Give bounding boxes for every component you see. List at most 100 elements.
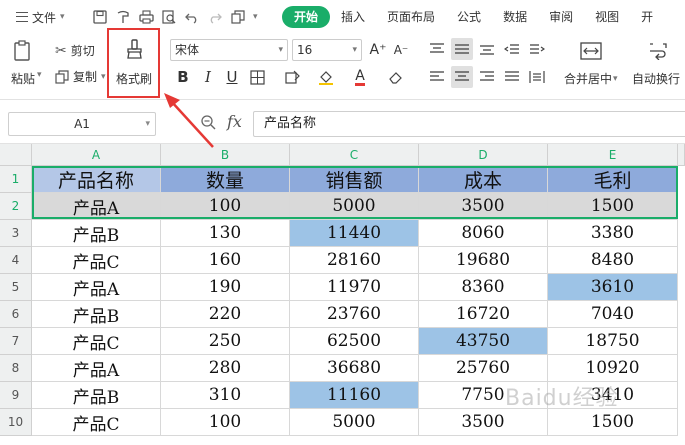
chevron-down-icon[interactable]: ▾ bbox=[253, 12, 258, 22]
header-cell[interactable]: 毛利 bbox=[548, 166, 678, 193]
header-cell[interactable]: 成本 bbox=[419, 166, 548, 193]
row-header-1[interactable]: 1 bbox=[0, 166, 32, 193]
borders-button[interactable] bbox=[247, 67, 267, 87]
table-cell[interactable]: 3410 bbox=[548, 382, 678, 409]
table-cell[interactable]: 3380 bbox=[548, 220, 678, 247]
distributed-button[interactable] bbox=[526, 66, 548, 88]
font-name-select[interactable]: 宋体 ▾ bbox=[170, 39, 288, 61]
row-header-8[interactable]: 8 bbox=[0, 355, 32, 382]
row-header-3[interactable]: 3 bbox=[0, 220, 32, 247]
table-cell[interactable]: 产品C bbox=[32, 247, 161, 274]
column-header-b[interactable]: B bbox=[161, 144, 290, 166]
table-cell[interactable]: 310 bbox=[161, 382, 290, 409]
tab-view[interactable]: 视图 bbox=[584, 6, 630, 28]
table-cell[interactable]: 160 bbox=[161, 247, 290, 274]
clear-button[interactable] bbox=[386, 67, 406, 87]
align-left-button[interactable] bbox=[426, 66, 448, 88]
paste-button[interactable] bbox=[12, 40, 34, 65]
table-cell[interactable]: 产品A bbox=[32, 355, 161, 382]
table-cell[interactable]: 36680 bbox=[290, 355, 419, 382]
header-cell[interactable]: 数量 bbox=[161, 166, 290, 193]
table-cell[interactable]: 8360 bbox=[419, 274, 548, 301]
column-header-d[interactable]: D bbox=[419, 144, 548, 166]
merge-center-label-group[interactable]: 合并居中 ▾ bbox=[564, 70, 618, 87]
table-cell[interactable]: 8480 bbox=[548, 247, 678, 274]
row-header-4[interactable]: 4 bbox=[0, 247, 32, 274]
print-icon[interactable] bbox=[138, 9, 154, 25]
align-top-button[interactable] bbox=[426, 38, 448, 60]
redo-icon[interactable] bbox=[207, 9, 223, 25]
name-box[interactable]: A1 ▾ bbox=[8, 112, 156, 136]
tab-home[interactable]: 开始 bbox=[282, 6, 331, 28]
zoom-search-icon[interactable] bbox=[200, 114, 216, 134]
table-cell[interactable]: 产品A bbox=[32, 193, 161, 220]
row-header-6[interactable]: 6 bbox=[0, 301, 32, 328]
table-cell[interactable]: 5000 bbox=[290, 193, 419, 220]
row-header-7[interactable]: 7 bbox=[0, 328, 32, 355]
save-icon[interactable] bbox=[92, 9, 108, 25]
chevron-down-icon[interactable]: ▾ bbox=[37, 70, 42, 80]
table-cell[interactable]: 100 bbox=[161, 193, 290, 220]
table-cell[interactable]: 28160 bbox=[290, 247, 419, 274]
copy-button[interactable]: 复制 ▾ bbox=[55, 68, 106, 85]
fill-color-button[interactable] bbox=[316, 67, 336, 87]
undo-icon[interactable] bbox=[184, 9, 200, 25]
select-all-corner[interactable] bbox=[0, 144, 32, 166]
wrap-text-button[interactable] bbox=[648, 42, 668, 63]
table-cell[interactable]: 产品C bbox=[32, 328, 161, 355]
tab-review[interactable]: 审阅 bbox=[538, 6, 584, 28]
align-right-button[interactable] bbox=[476, 66, 498, 88]
decrease-indent-button[interactable] bbox=[501, 38, 523, 60]
table-cell[interactable]: 100 bbox=[161, 409, 290, 436]
row-header-9[interactable]: 9 bbox=[0, 382, 32, 409]
font-color-button[interactable]: A bbox=[350, 67, 370, 87]
table-cell[interactable]: 11970 bbox=[290, 274, 419, 301]
table-cell[interactable]: 1500 bbox=[548, 409, 678, 436]
copy-window-icon[interactable] bbox=[230, 9, 246, 25]
align-middle-button[interactable] bbox=[451, 38, 473, 60]
table-cell[interactable]: 250 bbox=[161, 328, 290, 355]
font-size-select[interactable]: 16 ▾ bbox=[292, 39, 362, 61]
table-cell[interactable]: 43750 bbox=[419, 328, 548, 355]
italic-button[interactable]: I bbox=[198, 67, 218, 87]
table-cell[interactable]: 3500 bbox=[419, 409, 548, 436]
table-cell[interactable]: 11440 bbox=[290, 220, 419, 247]
row-header-2[interactable]: 2 bbox=[0, 193, 32, 220]
justify-button[interactable] bbox=[501, 66, 523, 88]
header-cell[interactable]: 产品名称 bbox=[32, 166, 161, 193]
table-cell[interactable]: 产品B bbox=[32, 382, 161, 409]
table-cell[interactable]: 3500 bbox=[419, 193, 548, 220]
align-bottom-button[interactable] bbox=[476, 38, 498, 60]
cell-style-button[interactable] bbox=[282, 67, 302, 87]
merge-center-button[interactable] bbox=[580, 42, 602, 63]
row-header-10[interactable]: 10 bbox=[0, 409, 32, 436]
table-cell[interactable]: 18750 bbox=[548, 328, 678, 355]
tab-developer[interactable]: 开 bbox=[630, 6, 664, 28]
table-cell[interactable]: 62500 bbox=[290, 328, 419, 355]
row-header-5[interactable]: 5 bbox=[0, 274, 32, 301]
table-cell[interactable]: 产品C bbox=[32, 409, 161, 436]
table-cell[interactable]: 220 bbox=[161, 301, 290, 328]
format-painter-small-icon[interactable] bbox=[115, 9, 131, 25]
table-cell[interactable]: 3610 bbox=[548, 274, 678, 301]
column-header-a[interactable]: A bbox=[32, 144, 161, 166]
align-center-button[interactable] bbox=[451, 66, 473, 88]
table-cell[interactable]: 25760 bbox=[419, 355, 548, 382]
table-cell[interactable]: 10920 bbox=[548, 355, 678, 382]
increase-font-size-button[interactable]: A⁺ bbox=[368, 40, 388, 60]
table-cell[interactable]: 1500 bbox=[548, 193, 678, 220]
tab-page-layout[interactable]: 页面布局 bbox=[376, 6, 446, 28]
table-cell[interactable]: 产品B bbox=[32, 220, 161, 247]
underline-button[interactable]: U bbox=[222, 67, 242, 87]
table-cell[interactable]: 19680 bbox=[419, 247, 548, 274]
tab-insert[interactable]: 插入 bbox=[330, 6, 376, 28]
table-cell[interactable]: 280 bbox=[161, 355, 290, 382]
table-cell[interactable]: 16720 bbox=[419, 301, 548, 328]
print-preview-icon[interactable] bbox=[161, 9, 177, 25]
table-cell[interactable]: 23760 bbox=[290, 301, 419, 328]
cut-button[interactable]: ✂ 剪切 bbox=[55, 42, 95, 59]
file-menu[interactable]: 文件 ▾ bbox=[0, 9, 92, 26]
fx-icon[interactable]: fx bbox=[227, 112, 242, 131]
table-cell[interactable]: 7040 bbox=[548, 301, 678, 328]
table-cell[interactable]: 130 bbox=[161, 220, 290, 247]
